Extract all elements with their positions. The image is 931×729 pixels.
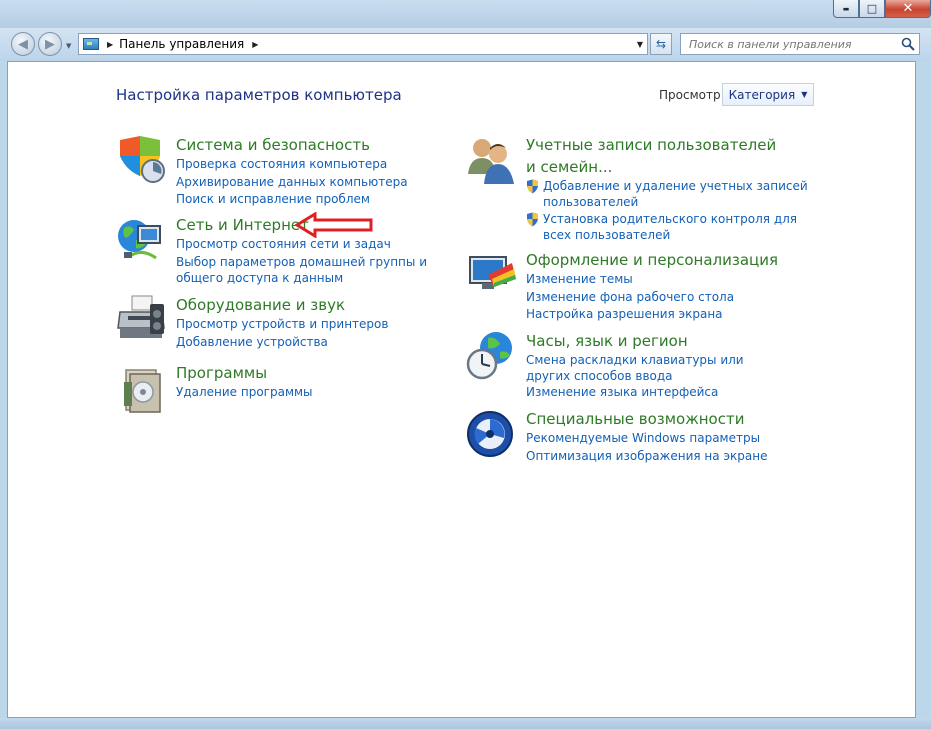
- programs-box-icon: [124, 369, 161, 413]
- forward-arrow-icon: ▶: [45, 36, 55, 52]
- link-adjust-screen-resolution[interactable]: Настройка разрешения экрана: [526, 306, 734, 324]
- view-by-dropdown[interactable]: Категория ▼: [722, 83, 814, 106]
- page-title: Настройка параметров компьютера: [116, 86, 402, 104]
- annotation-arrow-icon: [295, 212, 373, 238]
- minimize-button[interactable]: ▬: [833, 0, 859, 18]
- uac-shield-icon: [527, 179, 538, 194]
- link-uninstall-program[interactable]: Удаление программы: [176, 384, 313, 402]
- link-backup-computer[interactable]: Архивирование данных компьютера: [176, 174, 408, 192]
- caption-buttons: ▬ □ ✕: [833, 0, 931, 18]
- title-bar: ▬ □ ✕: [0, 0, 931, 28]
- category-title-user-accounts[interactable]: Учетные записи пользователей и семейн...: [526, 134, 786, 178]
- address-dropdown-icon[interactable]: ▼: [637, 40, 643, 49]
- view-by-label: Просмотр:: [659, 88, 725, 102]
- forward-button[interactable]: ▶: [38, 32, 62, 56]
- links-appearance: Изменение темы Изменение фона рабочего с…: [526, 271, 734, 324]
- users-icon: [468, 139, 514, 184]
- links-network-internet: Просмотр состояния сети и задач Выбор па…: [176, 236, 451, 286]
- maximize-button[interactable]: □: [859, 0, 885, 18]
- links-ease-of-access: Рекомендуемые Windows параметры Оптимиза…: [526, 430, 767, 465]
- monitor-palette-icon: [469, 256, 516, 289]
- category-title-programs[interactable]: Программы: [176, 362, 267, 384]
- link-view-network-status[interactable]: Просмотр состояния сети и задач: [176, 236, 451, 254]
- navigation-bar: ◀ ▶ ▼ ▶ Панель управления ▶ ▼ ⇆: [0, 28, 931, 61]
- refresh-button[interactable]: ⇆: [650, 33, 672, 55]
- link-view-devices-printers[interactable]: Просмотр устройств и принтеров: [176, 316, 388, 334]
- category-title-system-security[interactable]: Система и безопасность: [176, 134, 370, 156]
- link-recommended-settings[interactable]: Рекомендуемые Windows параметры: [526, 430, 767, 448]
- uac-shield-icon: [527, 212, 538, 227]
- back-button[interactable]: ◀: [11, 32, 35, 56]
- search-input[interactable]: [680, 33, 920, 55]
- links-system-security: Проверка состояния компьютера Архивирова…: [176, 156, 408, 209]
- category-title-hardware-sound[interactable]: Оборудование и звук: [176, 294, 345, 316]
- link-change-display-language[interactable]: Изменение языка интерфейса: [526, 384, 776, 402]
- links-hardware-sound: Просмотр устройств и принтеров Добавлени…: [176, 316, 388, 351]
- clock-globe-icon: [466, 332, 512, 380]
- back-arrow-icon: ◀: [18, 36, 28, 52]
- link-parental-controls[interactable]: Установка родительского контроля для все…: [526, 211, 813, 243]
- window-bottom-border: [0, 718, 931, 729]
- link-label: Установка родительского контроля для все…: [543, 212, 798, 242]
- link-homegroup-sharing[interactable]: Выбор параметров домашней группы и общег…: [176, 254, 451, 286]
- network-globe-icon: [118, 220, 161, 260]
- category-title-clock-region[interactable]: Часы, язык и регион: [526, 330, 688, 352]
- history-dropdown-icon[interactable]: ▼: [66, 42, 71, 50]
- breadcrumb-arrow-icon[interactable]: ▶: [107, 40, 113, 49]
- link-add-remove-accounts[interactable]: Добавление и удаление учетных записей по…: [526, 178, 813, 210]
- links-user-accounts: Добавление и удаление учетных записей по…: [526, 178, 813, 244]
- category-title-network-internet[interactable]: Сеть и Интернет: [176, 214, 309, 236]
- breadcrumb-control-panel[interactable]: Панель управления: [119, 37, 244, 51]
- accessibility-icon: [467, 411, 513, 457]
- view-by-value: Категория: [728, 87, 796, 102]
- link-change-keyboard-input[interactable]: Смена раскладки клавиатуры или других сп…: [526, 352, 776, 384]
- chevron-down-icon: ▼: [801, 90, 808, 99]
- search-icon[interactable]: [901, 37, 915, 51]
- control-panel-icon: [83, 38, 99, 50]
- shield-icon: [120, 136, 165, 183]
- links-clock-region: Смена раскладки клавиатуры или других сп…: [526, 352, 776, 402]
- link-check-computer-status[interactable]: Проверка состояния компьютера: [176, 156, 408, 174]
- link-optimize-visual-display[interactable]: Оптимизация изображения на экране: [526, 448, 767, 466]
- category-title-appearance[interactable]: Оформление и персонализация: [526, 249, 778, 271]
- category-title-ease-of-access[interactable]: Специальные возможности: [526, 408, 744, 430]
- close-button[interactable]: ✕: [885, 0, 931, 18]
- link-label: Добавление и удаление учетных записей по…: [543, 179, 808, 209]
- link-change-desktop-background[interactable]: Изменение фона рабочего стола: [526, 289, 734, 307]
- address-bar[interactable]: ▶ Панель управления ▶ ▼: [78, 33, 648, 55]
- link-add-device[interactable]: Добавление устройства: [176, 334, 388, 352]
- links-programs: Удаление программы: [176, 384, 313, 402]
- breadcrumb-chevron-icon[interactable]: ▶: [252, 40, 258, 49]
- content-pane: Настройка параметров компьютера Просмотр…: [7, 61, 916, 718]
- link-change-theme[interactable]: Изменение темы: [526, 271, 734, 289]
- refresh-icon: ⇆: [655, 37, 667, 51]
- link-find-fix-problems[interactable]: Поиск и исправление проблем: [176, 191, 408, 209]
- printer-icon: [117, 295, 165, 338]
